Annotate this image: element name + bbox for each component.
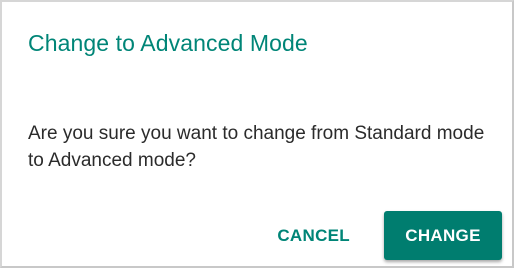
confirm-dialog: Change to Advanced Mode Are you sure you… (0, 0, 514, 268)
cancel-button[interactable]: CANCEL (275, 211, 352, 260)
dialog-actions: CANCEL CHANGE (275, 211, 502, 260)
change-button[interactable]: CHANGE (384, 211, 502, 260)
dialog-message: Are you sure you want to change from Sta… (28, 123, 485, 171)
dialog-title: Change to Advanced Mode (28, 30, 308, 56)
